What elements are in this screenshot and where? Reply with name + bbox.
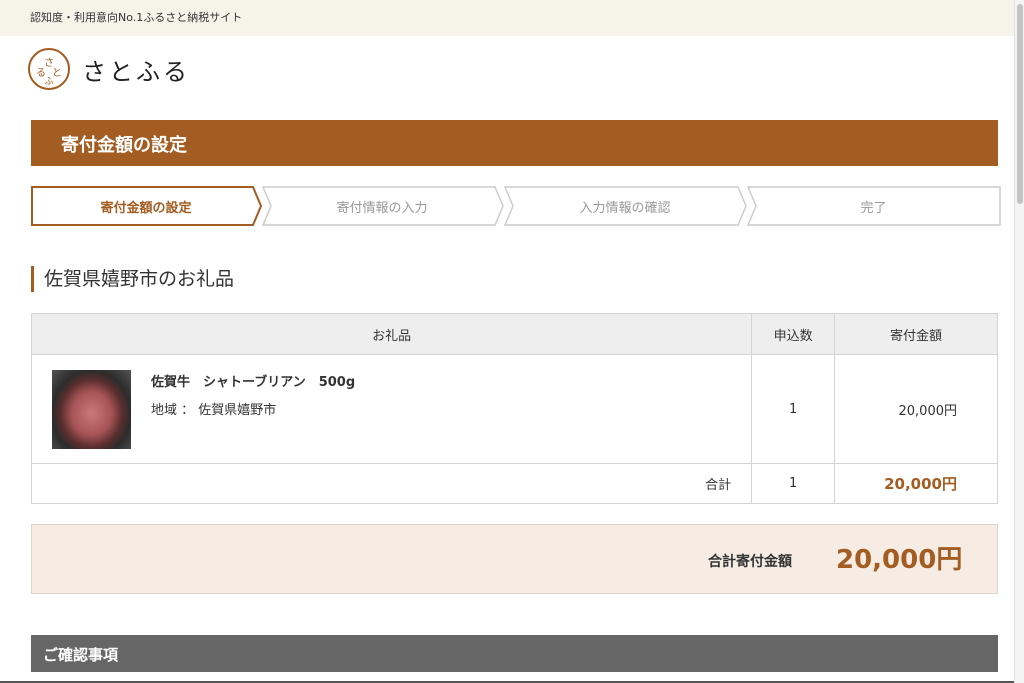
gift-table: お礼品 申込数 寄付金額 佐賀牛 シャトーブリアン 500g 地域 ： 佐賀県嬉… — [30, 313, 998, 504]
table-total-row: 合計 1 20,000円 — [30, 463, 998, 504]
header-quantity: 申込数 — [751, 313, 836, 355]
product-image[interactable] — [52, 370, 131, 449]
header-gift: お礼品 — [30, 313, 753, 355]
product-amount: 20,000円 — [834, 354, 998, 464]
vertical-scrollbar[interactable] — [1014, 0, 1024, 683]
confirmation-heading-bar: ご確認事項 — [31, 635, 998, 672]
donation-summary-box: 合計寄付金額 20,000円 — [31, 524, 998, 594]
table-row: 佐賀牛 シャトーブリアン 500g 地域 ： 佐賀県嬉野市 1 20,000円 — [30, 354, 998, 464]
page-title: 寄付金額の設定 — [61, 135, 187, 156]
logo-mark-icon: さ る と ふ — [28, 48, 70, 90]
product-region: 地域 ： 佐賀県嬉野市 — [151, 403, 277, 418]
tagline-text: 認知度・利用意向No.1ふるさと納税サイト — [30, 11, 243, 24]
confirmation-heading: ご確認事項 — [43, 646, 119, 664]
svg-text:ふ: ふ — [44, 76, 53, 86]
product-name[interactable]: 佐賀牛 シャトーブリアン 500g — [151, 371, 355, 390]
summary-value: 20,000円 — [836, 545, 963, 575]
header-amount: 寄付金額 — [834, 313, 998, 355]
product-cell: 佐賀牛 シャトーブリアン 500g 地域 ： 佐賀県嬉野市 — [30, 354, 753, 464]
total-quantity: 1 — [751, 463, 836, 504]
step-1-label: 寄付金額の設定 — [100, 201, 192, 216]
step-2-label: 寄付情報の入力 — [336, 201, 428, 216]
summary-label: 合計寄付金額 — [708, 554, 792, 570]
table-header-row: お礼品 申込数 寄付金額 — [30, 313, 998, 355]
scrollbar-thumb[interactable] — [1017, 4, 1023, 204]
section-heading: 佐賀県嬉野市のお礼品 — [31, 266, 234, 292]
progress-steps: 寄付金額の設定 寄付情報の入力 入力情報の確認 完了 — [31, 186, 1001, 226]
page-title-bar: 寄付金額の設定 — [31, 120, 998, 166]
step-3-label: 入力情報の確認 — [579, 201, 671, 216]
product-quantity: 1 — [751, 354, 836, 464]
top-announcement-bar: 認知度・利用意向No.1ふるさと納税サイト — [0, 0, 1014, 36]
logo-text: さとふる — [82, 57, 190, 86]
total-label: 合計 — [30, 463, 753, 504]
step-4-label: 完了 — [860, 201, 887, 216]
total-amount: 20,000円 — [834, 463, 998, 504]
site-logo[interactable]: さ る と ふ さとふる — [28, 48, 190, 90]
